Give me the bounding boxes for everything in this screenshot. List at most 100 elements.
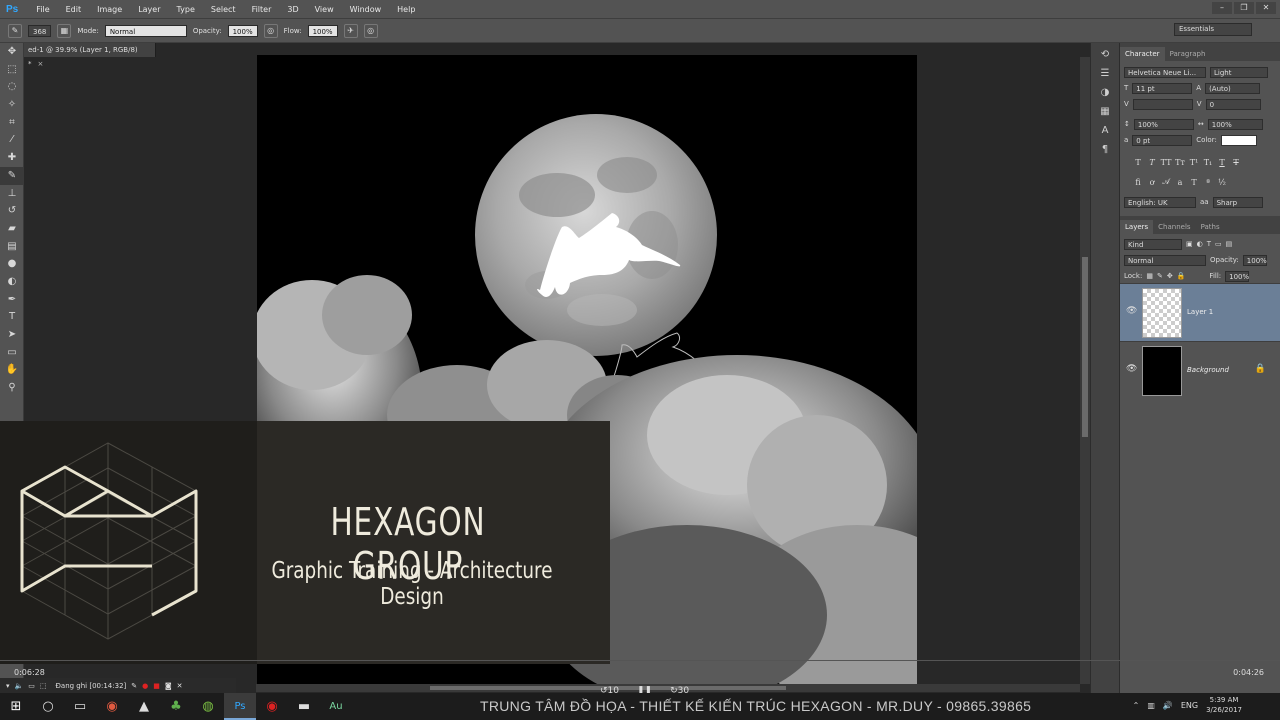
language-select[interactable]: English: UK	[1124, 196, 1196, 208]
brush-size-preset[interactable]: 368	[28, 24, 52, 37]
app-window-icon[interactable]: ▬	[288, 693, 320, 720]
font-family-select[interactable]: Helvetica Neue Li...	[1124, 66, 1206, 78]
task-view-icon[interactable]: ▭	[64, 693, 96, 720]
magic-wand-icon[interactable]: ✧	[0, 96, 24, 114]
antialias-select[interactable]: Sharp	[1212, 196, 1263, 208]
tab-channels[interactable]: Channels	[1153, 220, 1195, 234]
record-dot-icon[interactable]: ●	[142, 682, 148, 690]
pressure-size-icon[interactable]: ◎	[363, 23, 378, 38]
filter-adjust-icon[interactable]: ◐	[1197, 240, 1203, 248]
lock-position-icon[interactable]: ✥	[1167, 272, 1173, 280]
underline-icon[interactable]: T	[1216, 158, 1228, 167]
history-icon[interactable]: ⟲	[1096, 48, 1114, 62]
titling-icon[interactable]: T	[1188, 178, 1200, 187]
brush-icon[interactable]: ✎	[0, 166, 24, 185]
path-select-icon[interactable]: ➤	[0, 326, 24, 344]
superscript-icon[interactable]: T¹	[1188, 158, 1200, 167]
crop-region-icon[interactable]: ⬚	[40, 682, 47, 690]
font-size-field[interactable]: 11 pt	[1132, 82, 1193, 94]
blur-icon[interactable]: ●	[0, 255, 24, 273]
layer-row[interactable]: 👁 Background 🔒	[1120, 341, 1280, 399]
menu-filter[interactable]: Filter	[244, 5, 280, 14]
hand-tool-icon[interactable]: ✋	[0, 361, 24, 379]
swatches-icon[interactable]: ▦	[1096, 105, 1114, 119]
flow-field[interactable]: 100%	[307, 24, 338, 37]
vertical-scrollbar[interactable]	[1080, 57, 1090, 684]
filter-smart-icon[interactable]: ▤	[1226, 240, 1233, 248]
history-brush-icon[interactable]: ↺	[0, 202, 24, 220]
app-photoshop-icon[interactable]: Ps	[224, 693, 256, 720]
app-audition-icon[interactable]: Au	[320, 693, 352, 720]
lock-pixels-icon[interactable]: ✎	[1157, 272, 1163, 280]
menu-select[interactable]: Select	[203, 5, 244, 14]
brush-panel-icon[interactable]: ▦	[57, 23, 72, 38]
minimize-icon[interactable]: –	[1212, 2, 1232, 14]
stop-icon[interactable]: ■	[153, 682, 160, 690]
opacity-field[interactable]: 100%	[227, 24, 258, 37]
fill-field[interactable]: 100%	[1225, 270, 1249, 282]
cortana-icon[interactable]: ○	[32, 693, 64, 720]
camera-icon[interactable]: ◙	[165, 682, 172, 690]
crop-tool-icon[interactable]: ⌗	[0, 114, 24, 132]
menu-layer[interactable]: Layer	[130, 5, 168, 14]
pressure-opacity-icon[interactable]: ◎	[263, 23, 278, 38]
ordinals-icon[interactable]: ª	[1202, 178, 1214, 187]
language-indicator[interactable]: ENG	[1181, 701, 1198, 710]
airbrush-icon[interactable]: ✈	[343, 23, 358, 38]
ligature-icon[interactable]: fi	[1132, 178, 1144, 187]
small-caps-icon[interactable]: Tт	[1174, 158, 1186, 167]
clock[interactable]: 5:39 AM 3/26/2017	[1206, 695, 1242, 715]
clone-stamp-icon[interactable]: ⊥	[0, 185, 24, 203]
filter-pixel-icon[interactable]: ▣	[1186, 240, 1193, 248]
brush-tool-icon[interactable]: ✎	[8, 23, 22, 38]
move-tool-icon[interactable]: ✥	[0, 43, 24, 61]
eyedropper-icon[interactable]: ⁄	[0, 131, 24, 149]
menu-help[interactable]: Help	[389, 5, 423, 14]
properties-icon[interactable]: ☰	[1096, 67, 1114, 81]
pen-tool-icon[interactable]: ✒	[0, 291, 24, 309]
menu-edit[interactable]: Edit	[58, 5, 90, 14]
leading-field[interactable]: (Auto)	[1205, 82, 1261, 94]
volume-icon[interactable]: 🔊	[1163, 701, 1173, 710]
kerning-field[interactable]	[1132, 98, 1193, 110]
menu-view[interactable]: View	[307, 5, 342, 14]
app-photos-icon[interactable]: ▲	[128, 693, 160, 720]
layer-row[interactable]: 👁 Layer 1	[1120, 283, 1280, 341]
visibility-eye-icon[interactable]: 👁	[1126, 364, 1137, 374]
app-clover-icon[interactable]: ♣	[160, 693, 192, 720]
network-icon[interactable]: ▥	[1147, 701, 1155, 710]
character-icon[interactable]: A	[1096, 124, 1114, 138]
tab-paths[interactable]: Paths	[1196, 220, 1225, 234]
document-tab[interactable]: ed-1 @ 39.9% (Layer 1, RGB/8) * ×	[24, 43, 156, 68]
layer-blend-mode[interactable]: Normal	[1124, 254, 1206, 266]
faux-italic-icon[interactable]: T	[1146, 158, 1158, 167]
vertical-scroll-thumb[interactable]	[1082, 257, 1088, 437]
all-caps-icon[interactable]: TT	[1160, 158, 1172, 167]
type-tool-icon[interactable]: T	[0, 308, 24, 326]
tray-up-icon[interactable]: ⌃	[1133, 701, 1140, 710]
lock-transparent-icon[interactable]: ▦	[1146, 272, 1153, 280]
paragraph-icon[interactable]: ¶	[1096, 143, 1114, 157]
vertical-scale-field[interactable]: 100%	[1133, 118, 1194, 130]
tracking-field[interactable]: 0	[1205, 98, 1261, 110]
healing-brush-icon[interactable]: ✚	[0, 149, 24, 167]
chat-icon[interactable]: ▭	[28, 682, 35, 690]
collapse-icon[interactable]: ▾	[6, 682, 10, 690]
menu-file[interactable]: File	[28, 5, 57, 14]
lasso-tool-icon[interactable]: ◌	[0, 78, 24, 96]
app-recorder-icon[interactable]: ◉	[256, 693, 288, 720]
visibility-eye-icon[interactable]: 👁	[1126, 306, 1137, 316]
strikethrough-icon[interactable]: T	[1230, 158, 1242, 167]
eraser-icon[interactable]: ▰	[0, 220, 24, 238]
video-progress-track[interactable]	[0, 660, 1280, 661]
alternates-icon[interactable]: a	[1174, 178, 1186, 187]
gradient-icon[interactable]: ▤	[0, 238, 24, 256]
menu-3d[interactable]: 3D	[279, 5, 306, 14]
menu-window[interactable]: Window	[342, 5, 390, 14]
adjustments-icon[interactable]: ◑	[1096, 86, 1114, 100]
mode-select[interactable]: Normal	[104, 24, 187, 37]
lock-all-icon[interactable]: 🔒	[1177, 272, 1186, 280]
menu-image[interactable]: Image	[89, 5, 130, 14]
marquee-tool-icon[interactable]: ⬚	[0, 61, 24, 79]
faux-bold-icon[interactable]: T	[1132, 158, 1144, 167]
